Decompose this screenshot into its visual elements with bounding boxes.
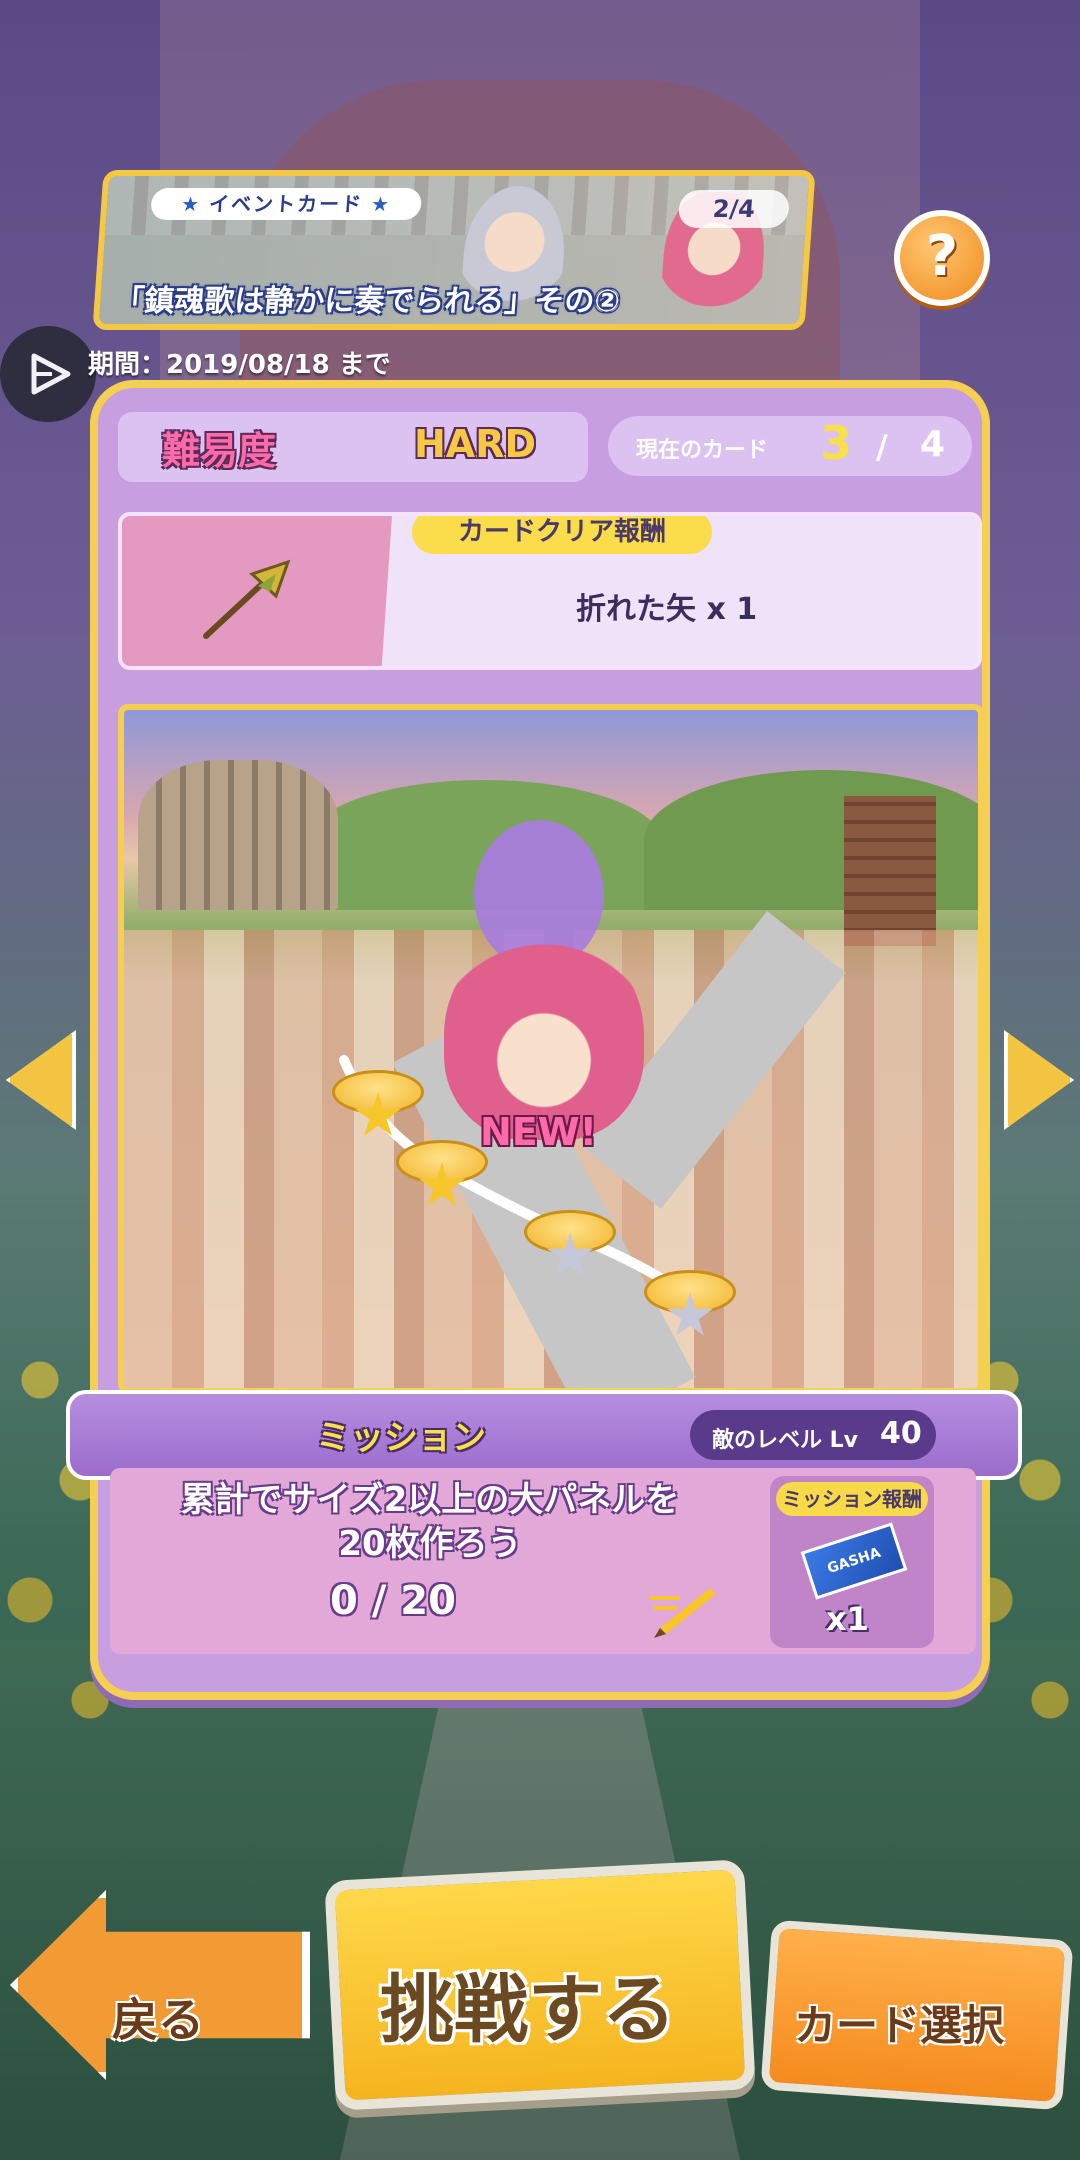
current-card-label: 現在のカード: [636, 438, 769, 463]
stage-map: NEW!: [118, 704, 984, 1394]
mission-description: 累計でサイズ2以上の大パネルを 20枚作ろう: [120, 1478, 740, 1566]
current-card-separator: /: [876, 428, 888, 466]
play-button[interactable]: [0, 326, 96, 422]
enemy-level-badge: 敵のレベル Lv 40: [690, 1410, 936, 1460]
gasha-ticket-icon: GASHA: [800, 1522, 908, 1600]
stage-node-4[interactable]: [644, 1270, 736, 1350]
event-card-tag: ★ イベントカード ★: [150, 188, 423, 220]
stage-path-line: [339, 1055, 699, 1305]
enemy-level-label: 敵のレベル Lv: [712, 1428, 859, 1453]
star-icon: ★: [370, 192, 392, 216]
event-title: 「鎮魂歌は静かに奏でられる」その②: [113, 284, 622, 319]
event-banner[interactable]: ★ イベントカード ★ 「鎮魂歌は静かに奏でられる」その② 2/4: [92, 170, 816, 330]
question-icon: ?: [925, 224, 959, 289]
difficulty-box: 難易度 HARD: [118, 412, 588, 482]
event-card-tag-label: イベントカード: [208, 192, 364, 216]
mission-progress: 0 / 20: [330, 1578, 456, 1624]
mission-reward: ミッション報酬 GASHA x1: [770, 1476, 934, 1648]
card-clear-reward-tag: カードクリア報酬: [412, 516, 712, 554]
current-card-box: 現在のカード 3 / 4: [608, 416, 972, 476]
mission-description-line: 20枚作ろう: [338, 1524, 522, 1564]
current-card-total: 4: [920, 424, 946, 465]
star-icon: ★: [180, 192, 202, 216]
event-period: 期間：2019/08/18 まで: [88, 350, 391, 380]
card-select-button-label: カード選択: [794, 2001, 1005, 2050]
help-button[interactable]: ?: [894, 210, 990, 306]
next-card-arrow[interactable]: [1004, 1030, 1074, 1130]
mission-reward-tag: ミッション報酬: [776, 1482, 928, 1516]
challenge-button-label: 挑戦する: [380, 1967, 676, 2053]
play-icon: [31, 353, 71, 395]
difficulty-label: 難易度: [162, 429, 277, 473]
card-clear-reward: カードクリア報酬 折れた矢 x 1: [118, 512, 982, 670]
mission-description-line: 累計でサイズ2以上の大パネルを: [180, 1480, 680, 1520]
mission-title: ミッション: [316, 1418, 486, 1458]
card-info-row: 難易度 HARD 現在のカード 3 / 4: [118, 412, 972, 482]
stage-node-2[interactable]: [396, 1140, 488, 1220]
pen-icon: [650, 1588, 716, 1638]
card-clear-reward-text: 折れた矢 x 1: [576, 592, 758, 627]
back-button-label: 戻る: [112, 1993, 204, 2047]
previous-card-arrow[interactable]: [6, 1030, 76, 1130]
broken-arrow-icon: [203, 559, 291, 639]
mission-banner: ミッション 敵のレベル Lv 40: [66, 1390, 1022, 1480]
difficulty-value: HARD: [414, 422, 537, 466]
mission-reward-count: x1: [826, 1600, 869, 1638]
event-page-indicator: 2/4: [677, 190, 791, 228]
stage-node-3[interactable]: [524, 1210, 616, 1290]
mission-body: 累計でサイズ2以上の大パネルを 20枚作ろう 0 / 20 ミッション報酬 GA…: [110, 1468, 976, 1654]
new-badge: NEW!: [480, 1110, 598, 1154]
stage-node-1[interactable]: [332, 1070, 424, 1150]
current-card-number: 3: [820, 416, 853, 470]
enemy-level-value: 40: [880, 1416, 922, 1451]
